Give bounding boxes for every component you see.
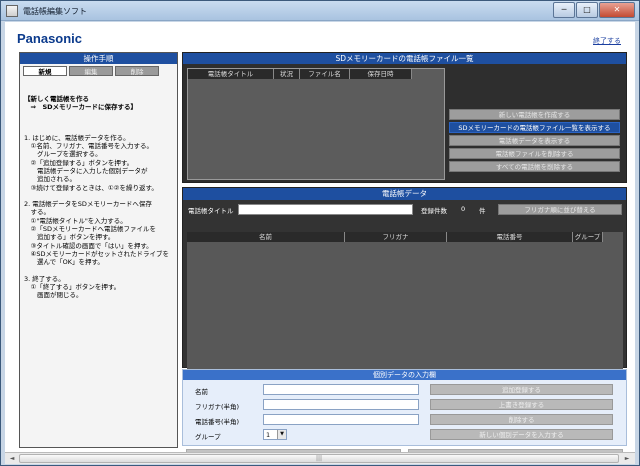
group-label: グループ (195, 433, 221, 441)
count-label: 登録件数 (421, 207, 447, 215)
phone-row: 電話番号(半角) 削除する (183, 414, 626, 426)
tab-new[interactable]: 新規 (23, 66, 67, 76)
phone-label: 電話番号(半角) (195, 418, 240, 426)
phonebook-title-row: 電話帳タイトル 登録件数 0 件 フリガナ順に並び替える (183, 200, 626, 219)
entry-title: 個別データの入力欄 (183, 370, 626, 380)
sort-by-kana-button[interactable]: フリガナ順に並び替える (498, 204, 622, 215)
app-icon (6, 5, 18, 17)
kana-label: フリガナ(半角) (195, 403, 240, 411)
procedure-heading: 【新しく電話帳を作る ⇒ SDメモリーカードに保存する】 (24, 94, 138, 111)
window-title: 電話帳編集ソフト (23, 7, 87, 16)
procedure-steps: 1. はじめに、電話帳データを作る。 ①名前、フリガナ、電話番号を入力する。 グ… (24, 133, 169, 300)
name-input[interactable] (263, 384, 419, 395)
app-window: 電話帳編集ソフト ─ □ ✕ Panasonic 終了する 操作手順 新規 編集… (0, 0, 640, 466)
column-header[interactable]: 状況 (274, 69, 300, 79)
group-select[interactable]: 1 ▼ (263, 429, 287, 440)
name-row: 名前 追加登録する (183, 384, 626, 396)
procedure-panel: 操作手順 新規 編集 削除 【新しく電話帳を作る ⇒ SDメモリーカードに保存す… (19, 52, 178, 448)
name-label: 名前 (195, 388, 208, 396)
close-button[interactable]: ✕ (599, 2, 635, 18)
procedure-title: 操作手順 (20, 53, 177, 64)
column-header[interactable]: グループ (573, 232, 603, 242)
column-header[interactable]: 電話番号 (447, 232, 573, 242)
phonebook-title-input[interactable] (238, 204, 413, 215)
count-unit: 件 (479, 207, 486, 215)
overwrite-entry-button[interactable]: 上書き登録する (430, 399, 613, 410)
entry-panel: 個別データの入力欄 名前 追加登録する フリガナ(半角) 上書き登録する 電話番… (182, 369, 627, 446)
horizontal-scrollbar[interactable]: ◄ ||| ► (5, 452, 635, 464)
tab-delete[interactable]: 削除 (115, 66, 159, 76)
sd-file-table[interactable]: 電話帳タイトル 状況 ファイル名 保存日時 (187, 68, 445, 180)
brand-logo: Panasonic (17, 31, 83, 46)
phone-input[interactable] (263, 414, 419, 425)
delete-entry-button[interactable]: 削除する (430, 414, 613, 425)
add-entry-button[interactable]: 追加登録する (430, 384, 613, 395)
minimize-button[interactable]: ─ (553, 2, 575, 18)
scroll-thumb[interactable]: ||| (19, 454, 619, 463)
delete-file-button[interactable]: 電話帳ファイルを削除する (449, 148, 620, 159)
scroll-left-icon[interactable]: ◄ (6, 454, 18, 464)
sd-table-header: 電話帳タイトル 状況 ファイル名 保存日時 (188, 69, 444, 79)
procedure-body: 【新しく電話帳を作る ⇒ SDメモリーカードに保存する】 1. はじめに、電話帳… (20, 76, 177, 318)
procedure-tabs: 新規 編集 削除 (20, 64, 177, 76)
title-bar[interactable]: 電話帳編集ソフト ─ □ ✕ (1, 1, 639, 21)
sd-button-group: 新しい電話帳を作成する SDメモリーカードの電話帳ファイル一覧を表示する 電話帳… (449, 109, 623, 174)
new-entry-button[interactable]: 新しい個別データを入力する (430, 429, 613, 440)
column-header[interactable]: ファイル名 (300, 69, 350, 79)
sd-panel-title: SDメモリーカードの電話帳ファイル一覧 (183, 53, 626, 64)
sd-file-panel: SDメモリーカードの電話帳ファイル一覧 電話帳タイトル 状況 ファイル名 保存日… (182, 52, 627, 183)
kana-input[interactable] (263, 399, 419, 410)
phonebook-title: 電話帳データ (183, 188, 626, 200)
phonebook-table[interactable]: 名前 フリガナ 電話番号 グループ (187, 232, 623, 372)
column-header[interactable]: フリガナ (345, 232, 447, 242)
new-phonebook-button[interactable]: 新しい電話帳を作成する (449, 109, 620, 120)
column-header[interactable]: 名前 (187, 232, 345, 242)
group-row: グループ 1 ▼ 新しい個別データを入力する (183, 429, 626, 441)
client-area: Panasonic 終了する 操作手順 新規 編集 削除 【新しく電話帳を作る … (5, 22, 635, 461)
chevron-down-icon[interactable]: ▼ (277, 430, 286, 439)
tab-edit[interactable]: 編集 (69, 66, 113, 76)
kana-row: フリガナ(半角) 上書き登録する (183, 399, 626, 411)
column-header[interactable]: 保存日時 (350, 69, 412, 79)
scroll-right-icon[interactable]: ► (621, 454, 633, 464)
group-value: 1 (266, 431, 271, 439)
show-sd-list-button[interactable]: SDメモリーカードの電話帳ファイル一覧を表示する (449, 122, 620, 133)
column-header[interactable]: 電話帳タイトル (188, 69, 274, 79)
phonebook-panel: 電話帳データ 電話帳タイトル 登録件数 0 件 フリガナ順に並び替える 名前 フ… (182, 187, 627, 372)
exit-link[interactable]: 終了する (593, 36, 621, 46)
phonebook-table-header: 名前 フリガナ 電話番号 グループ (187, 232, 623, 242)
delete-all-button[interactable]: すべての電話帳を削除する (449, 161, 620, 172)
show-phonebook-button[interactable]: 電話帳データを表示する (449, 135, 620, 146)
count-value: 0 (461, 205, 466, 213)
phonebook-title-label: 電話帳タイトル (188, 207, 234, 215)
window-controls: ─ □ ✕ (552, 2, 635, 18)
maximize-button[interactable]: □ (576, 2, 598, 18)
